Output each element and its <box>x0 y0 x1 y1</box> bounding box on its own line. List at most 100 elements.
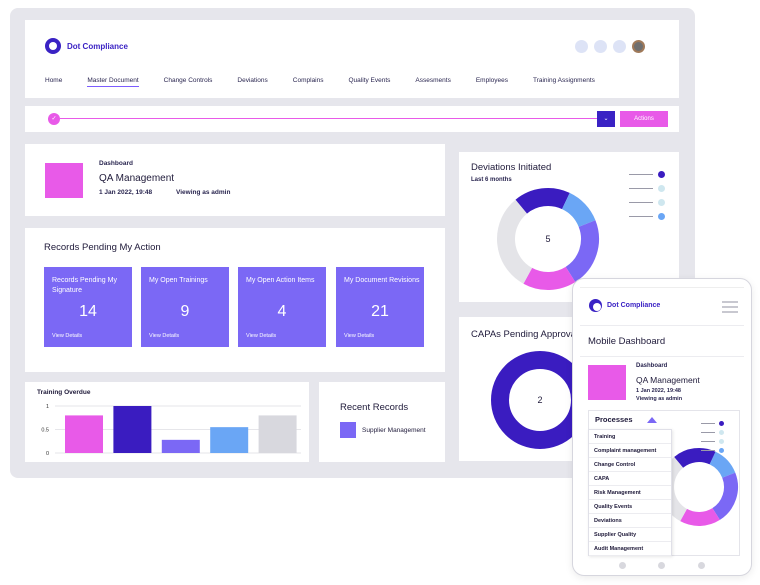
donut-slice <box>709 451 736 479</box>
mobile-legend <box>701 419 727 455</box>
legend-dot <box>658 199 665 206</box>
legend-line <box>629 174 653 175</box>
dashboard-thumbnail <box>45 163 83 198</box>
tile-value: 14 <box>79 303 97 320</box>
legend-entry <box>701 428 727 437</box>
nav-change-controls[interactable]: Change Controls <box>164 77 213 87</box>
tile-value: 21 <box>371 303 389 320</box>
view-details-link[interactable]: View Details <box>246 333 276 339</box>
bottom-nav-dot[interactable] <box>658 562 666 569</box>
actions-button[interactable]: Actions <box>620 111 668 127</box>
tile-label: My Open Action Items <box>246 277 315 284</box>
chevron-down-icon[interactable]: ⌄ <box>597 111 615 127</box>
y-tick-label: 1 <box>46 404 49 410</box>
donut-slice <box>712 472 738 520</box>
donut-slice <box>497 199 533 284</box>
training-overdue-chart: 00.51 <box>41 404 301 457</box>
donut-slice <box>674 448 716 469</box>
capas-title: CAPAs Pending Approval <box>471 329 579 340</box>
nav-master-document[interactable]: Master Document <box>87 77 139 87</box>
processes-dropdown-toggle[interactable]: Processes <box>595 415 633 424</box>
caret-up-icon[interactable] <box>647 417 657 423</box>
legend-entry <box>629 210 669 224</box>
view-details-link[interactable]: View Details <box>149 333 179 339</box>
tile-pending-signature[interactable]: Records Pending My Signature 14 View Det… <box>44 267 132 347</box>
recent-records-panel: Recent Records Supplier Management <box>319 382 445 462</box>
legend-dot <box>658 185 665 192</box>
mobile-device: Dot Compliance Mobile Dashboard Dashboar… <box>572 278 752 576</box>
nav-complains[interactable]: Complains <box>293 77 324 87</box>
tile-label: My Document Revisions <box>344 277 420 284</box>
nav-employees[interactable]: Employees <box>476 77 508 87</box>
tile-open-trainings[interactable]: My Open Trainings 9 View Details <box>141 267 229 347</box>
view-details-link[interactable]: View Details <box>52 333 82 339</box>
divider <box>580 356 744 357</box>
donut-center-value: 5 <box>545 234 550 244</box>
nav-quality-events[interactable]: Quality Events <box>349 77 391 87</box>
logo[interactable]: Dot Compliance <box>45 38 128 54</box>
deviations-subtitle: Last 6 months <box>471 177 512 183</box>
legend-line <box>629 188 653 189</box>
legend-line <box>701 423 715 424</box>
processes-dropdown: Training Complaint management Change Contr… <box>588 429 672 556</box>
dropdown-item[interactable]: Training <box>589 430 671 444</box>
mobile-dashboard-label: Dashboard <box>636 363 668 369</box>
tile-value: 9 <box>180 303 190 320</box>
logo-text: Dot Compliance <box>67 41 128 51</box>
bottom-nav-dot[interactable] <box>697 562 705 569</box>
recent-record-item[interactable]: Supplier Management <box>362 427 426 434</box>
check-icon[interactable]: ✓ <box>48 113 60 125</box>
help-icon[interactable] <box>594 40 607 53</box>
bottom-nav-dot[interactable] <box>619 562 627 569</box>
hamburger-menu-icon[interactable] <box>722 301 738 316</box>
dropdown-item[interactable]: Audit Management <box>589 542 671 556</box>
mobile-date-text: 1 Jan 2022, 19:48 <box>636 388 681 394</box>
mobile-logo[interactable]: Dot Compliance <box>589 299 660 312</box>
y-tick-label: 0 <box>46 451 49 457</box>
recent-title: Recent Records <box>340 402 409 413</box>
legend-entry <box>629 196 669 210</box>
logo-icon <box>45 38 61 54</box>
tile-label: Records Pending My Signature <box>52 277 117 294</box>
logo-icon <box>589 299 602 312</box>
legend-dot <box>658 171 665 178</box>
donut-center-value: 2 <box>537 395 542 405</box>
bar <box>258 415 297 453</box>
nav-home[interactable]: Home <box>45 77 62 87</box>
mobile-date: 1 Jan 2022, 19:48 Viewing as admin <box>636 387 682 403</box>
dashboard-label: Dashboard <box>99 160 133 167</box>
bar <box>113 406 152 453</box>
deviations-legend <box>629 168 669 224</box>
dropdown-item[interactable]: Risk Management <box>589 486 671 500</box>
page-title: QA Management <box>99 173 175 184</box>
mobile-screen: Dot Compliance Mobile Dashboard Dashboar… <box>580 287 744 556</box>
notification-icon[interactable] <box>575 40 588 53</box>
legend-dot <box>719 430 724 435</box>
dropdown-item[interactable]: Change Control <box>589 458 671 472</box>
records-pending-panel: Records Pending My Action Records Pendin… <box>25 228 445 372</box>
avatar[interactable] <box>632 40 645 53</box>
donut-slice <box>680 507 720 526</box>
dropdown-item[interactable]: Deviations <box>589 514 671 528</box>
view-details-link[interactable]: View Details <box>344 333 374 339</box>
progress-line <box>60 118 605 119</box>
workflow-progress: ✓ ⌄ Actions <box>25 106 679 132</box>
nav-deviations[interactable]: Deviations <box>237 77 267 87</box>
mobile-title: Mobile Dashboard <box>588 336 666 347</box>
record-icon <box>340 422 356 438</box>
dropdown-item[interactable]: Quality Events <box>589 500 671 514</box>
dropdown-item[interactable]: CAPA <box>589 472 671 486</box>
settings-icon[interactable] <box>613 40 626 53</box>
legend-line <box>701 432 715 433</box>
nav-training-assignments[interactable]: Training Assignments <box>533 77 595 87</box>
dropdown-item[interactable]: Supplier Quality <box>589 528 671 542</box>
tile-document-revisions[interactable]: My Document Revisions 21 View Details <box>336 267 424 347</box>
dropdown-item[interactable]: Complaint management <box>589 444 671 458</box>
main-nav: Home Master Document Change Controls Dev… <box>45 77 620 87</box>
legend-line <box>701 441 715 442</box>
nav-assesments[interactable]: Assesments <box>415 77 450 87</box>
training-overdue-panel: Training Overdue 0 0.5 1 <box>25 382 309 462</box>
tile-open-action-items[interactable]: My Open Action Items 4 View Details <box>238 267 326 347</box>
viewing-as: Viewing as admin <box>176 189 231 196</box>
bar <box>210 427 249 453</box>
